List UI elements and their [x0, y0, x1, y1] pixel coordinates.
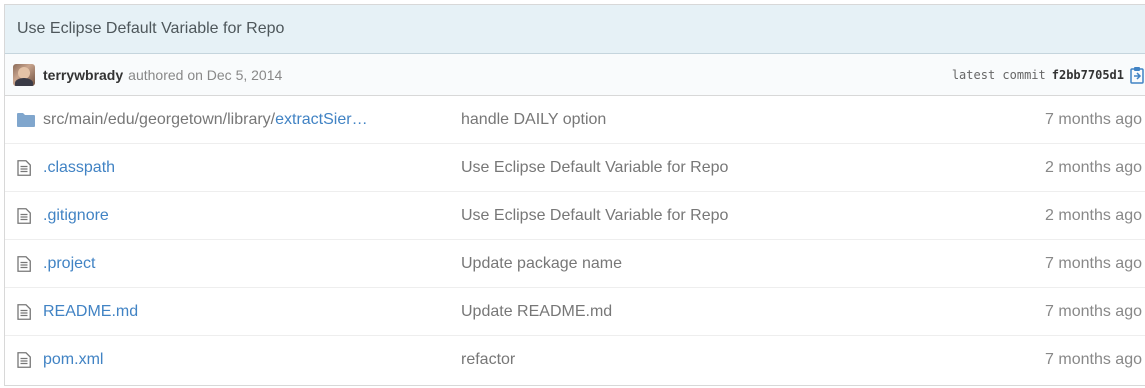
file-table: Use Eclipse Default Variable for Repo te…: [4, 4, 1145, 386]
table-row: pom.xml refactor 7 months ago: [5, 336, 1145, 384]
file-name-cell: README.md: [43, 303, 461, 321]
file-text-icon: [17, 159, 35, 176]
file-name-cell: .gitignore: [43, 207, 461, 225]
file-name-cell: .classpath: [43, 159, 461, 177]
file-list: src/main/edu/georgetown/library/extractS…: [5, 96, 1145, 384]
file-text-icon: [17, 352, 35, 368]
table-row: .classpath Use Eclipse Default Variable f…: [5, 144, 1145, 192]
commit-sha[interactable]: f2bb7705d1: [1052, 68, 1124, 82]
file-link[interactable]: .classpath: [43, 159, 115, 176]
latest-commit-label: latest commit: [951, 68, 1046, 82]
commit-date: authored on Dec 5, 2014: [128, 66, 283, 83]
file-path-prefix[interactable]: src/main/edu/georgetown/library/: [43, 111, 275, 128]
commit-author[interactable]: terrywbrady: [43, 67, 123, 83]
file-text-icon: [17, 303, 35, 320]
file-name-cell: pom.xml: [43, 351, 461, 369]
commit-age: 7 months ago: [1045, 254, 1142, 272]
folder-icon: [17, 112, 35, 127]
file-link[interactable]: README.md: [43, 303, 138, 320]
commit-message-link[interactable]: Update README.md: [461, 303, 941, 321]
file-name-cell: .project: [43, 255, 461, 273]
commit-message-link[interactable]: Use Eclipse Default Variable for Repo: [461, 207, 941, 225]
table-row: src/main/edu/georgetown/library/extractS…: [5, 96, 1145, 144]
file-link[interactable]: extractSier…: [275, 111, 367, 128]
commit-message-link[interactable]: refactor: [461, 351, 941, 369]
file-link[interactable]: pom.xml: [43, 351, 103, 368]
table-row: .project Update package name 7 months ago: [5, 240, 1145, 288]
commit-age: 7 months ago: [1045, 110, 1142, 128]
file-link[interactable]: .project: [43, 255, 95, 272]
commit-title-bar: Use Eclipse Default Variable for Repo: [5, 5, 1145, 54]
file-text-icon: [17, 207, 35, 224]
commit-message-link[interactable]: Update package name: [461, 255, 941, 273]
commit-title[interactable]: Use Eclipse Default Variable for Repo: [17, 20, 284, 38]
table-row: README.md Update README.md 7 months ago: [5, 288, 1145, 336]
commit-message-link[interactable]: Use Eclipse Default Variable for Repo: [461, 159, 941, 177]
table-row: .gitignore Use Eclipse Default Variable f…: [5, 192, 1145, 240]
commit-age: 2 months ago: [1045, 158, 1142, 176]
commit-age: 7 months ago: [1045, 302, 1142, 320]
commit-meta-bar: terrywbrady authored on Dec 5, 2014 late…: [5, 54, 1145, 96]
avatar[interactable]: [13, 63, 35, 86]
file-link[interactable]: .gitignore: [43, 207, 109, 224]
file-name-cell: src/main/edu/georgetown/library/extractS…: [43, 111, 461, 129]
commit-message-link[interactable]: handle DAILY option: [461, 111, 941, 129]
file-browser: Use Eclipse Default Variable for Repo te…: [0, 0, 1145, 388]
commit-age: 2 months ago: [1045, 206, 1142, 224]
commit-age: 7 months ago: [1045, 351, 1142, 368]
file-text-icon: [17, 255, 35, 272]
clipboard-copy-icon[interactable]: [1130, 66, 1144, 84]
latest-commit: latest commit f2bb7705d1: [952, 54, 1144, 96]
